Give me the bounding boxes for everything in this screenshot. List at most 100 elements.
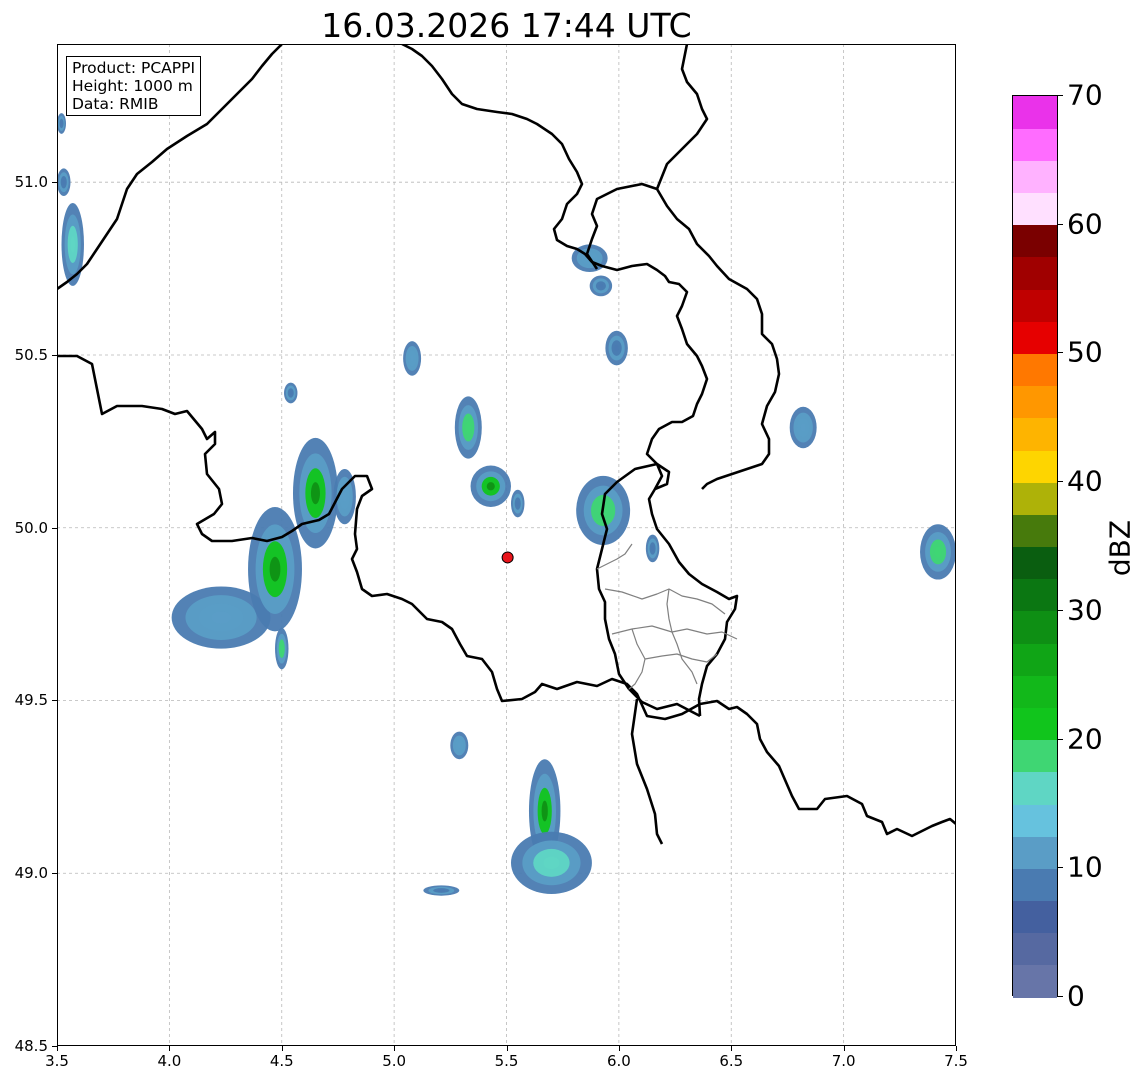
radar-echo [589, 275, 613, 297]
y-tick-label: 50.0 [14, 518, 48, 537]
x-tick-label: 3.5 [45, 1052, 69, 1070]
radar-echo [510, 831, 592, 894]
radar-echo [470, 465, 511, 507]
product-label: Product: PCAPPI [72, 59, 196, 77]
x-tick-label: 4.0 [157, 1052, 182, 1070]
radar-echo [423, 885, 460, 896]
colorbar-unit-label: dBZ [1103, 519, 1137, 577]
x-tick-mark [169, 1046, 171, 1051]
colorbar-segment [1013, 482, 1057, 515]
colorbar-segment [1013, 610, 1057, 644]
colorbar-tick-label: 0 [1067, 979, 1085, 1013]
colorbar-tick-mark [1057, 95, 1063, 96]
radar-echo [248, 506, 302, 632]
colorbar-segment [1013, 900, 1057, 934]
radar-echo [275, 627, 289, 670]
y-tick-mark [52, 354, 57, 356]
radar-echo [450, 731, 469, 760]
y-tick-label: 48.5 [14, 1037, 48, 1055]
echo-intensity-band [800, 423, 806, 432]
colorbar-tick-mark [1057, 481, 1063, 483]
canton-border [628, 628, 646, 690]
colorbar-segment [1013, 771, 1057, 805]
radar-echo [789, 406, 817, 449]
colorbar-segment [1013, 578, 1057, 612]
echo-intensity-band [280, 644, 284, 653]
echo-intensity-band [651, 545, 655, 552]
radar-echo [920, 524, 956, 580]
colorbar-segment [1013, 353, 1057, 387]
colorbar-segment [1013, 289, 1057, 322]
radar-site-layer [501, 551, 514, 564]
border-germany-belgium [401, 44, 709, 490]
echo-intensity-band [410, 354, 414, 362]
x-tick-mark [731, 1046, 733, 1051]
product-info-box: Product: PCAPPI Height: 1000 m Data: RMI… [66, 56, 202, 116]
colorbar-segment [1013, 417, 1057, 451]
colorbar-tick-label: 10 [1067, 850, 1103, 884]
colorbar-segment [1013, 707, 1057, 741]
echo-intensity-band [289, 390, 293, 396]
colorbar-segment [1013, 256, 1057, 290]
y-tick-mark [52, 873, 57, 875]
colorbar-tick-mark [1057, 352, 1063, 354]
colorbar-tick-label: 50 [1067, 335, 1103, 369]
canton-border [666, 588, 698, 685]
colorbar-tick-label: 20 [1067, 722, 1103, 756]
echo-intensity-band [269, 556, 281, 582]
colorbar-tick-label: 70 [1067, 78, 1103, 112]
colorbar-segment [1013, 224, 1057, 258]
data-source-label: Data: RMIB [72, 95, 159, 113]
echo-intensity-band [59, 121, 63, 126]
x-tick-label: 5.0 [382, 1052, 407, 1070]
colorbar-segment [1013, 128, 1057, 161]
x-tick-label: 7.5 [944, 1052, 968, 1070]
colorbar-tick-mark [1057, 738, 1063, 740]
radar-echo [454, 396, 482, 459]
y-tick-mark [52, 700, 57, 702]
echo-intensity-band [541, 800, 548, 822]
y-tick-label: 49.0 [14, 864, 48, 883]
lat-lon-grid [57, 44, 956, 1046]
map-canvas [57, 44, 956, 1046]
colorbar-segment [1013, 675, 1057, 708]
radar-echo [61, 202, 84, 286]
colorbar-segment [1013, 160, 1057, 194]
colorbar-segment [1013, 514, 1057, 548]
echo-intensity-band [457, 742, 462, 749]
radar-map[interactable] [57, 44, 956, 1046]
x-tick-mark [843, 1046, 845, 1051]
x-tick-label: 6.0 [606, 1052, 631, 1070]
colorbar-tick-label: 30 [1067, 593, 1103, 627]
y-tick-mark [52, 527, 57, 529]
radar-echo [292, 437, 338, 549]
x-tick-label: 4.5 [269, 1052, 294, 1070]
echo-intensity-band [211, 611, 231, 624]
echo-intensity-band [310, 482, 320, 505]
x-tick-mark [281, 1046, 283, 1051]
radar-echo [645, 534, 660, 563]
echo-intensity-band [437, 889, 445, 893]
colorbar-segment [1013, 321, 1057, 355]
colorbar-tick-mark [1057, 996, 1063, 997]
radar-echo [283, 382, 298, 404]
canton-border [604, 588, 726, 615]
border-rhine-east [630, 698, 664, 845]
height-label: Height: 1000 m [72, 77, 193, 95]
y-tick-mark [52, 1046, 57, 1047]
colorbar [1012, 95, 1058, 998]
radar-site-marker[interactable] [501, 551, 514, 564]
radar-echo [510, 489, 525, 518]
x-tick-mark [618, 1046, 620, 1051]
colorbar-segment [1013, 739, 1057, 773]
colorbar-tick-mark [1057, 223, 1063, 225]
x-tick-label: 6.5 [719, 1052, 744, 1070]
echo-intensity-band [62, 179, 66, 185]
canton-border [644, 653, 718, 663]
colorbar-tick-label: 60 [1067, 207, 1103, 241]
x-tick-mark [394, 1046, 396, 1051]
colorbar-segment [1013, 192, 1057, 226]
colorbar-segment [1013, 836, 1057, 869]
echo-intensity-band [70, 236, 75, 253]
border-netherlands-north [655, 44, 709, 190]
